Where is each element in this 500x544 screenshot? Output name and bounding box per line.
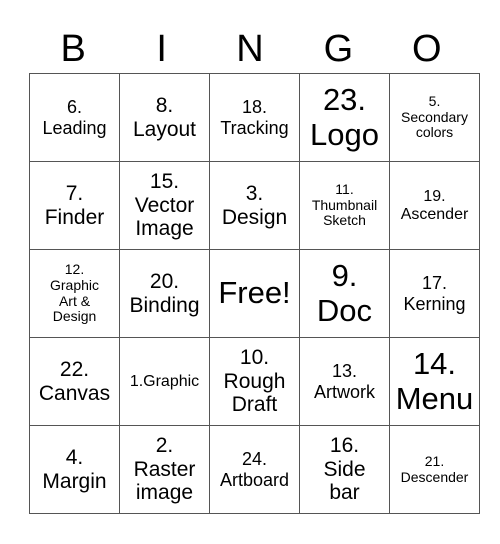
- cell-text-line: 12.: [64, 261, 85, 278]
- cell-text-line: Tracking: [220, 117, 289, 138]
- cell-text-line: Image: [135, 217, 194, 241]
- bingo-cell[interactable]: 14. Menu: [389, 337, 480, 426]
- bingo-cell[interactable]: 2. Raster image: [119, 425, 210, 514]
- cell-text-line: 7.: [65, 181, 84, 205]
- header-letter-i: I: [156, 28, 167, 70]
- cell-text-line: 16.: [329, 434, 360, 458]
- bingo-cell[interactable]: 21. Descender: [389, 425, 480, 514]
- cell-text-line: Draft: [231, 393, 278, 417]
- cell-text-line: 19.: [423, 187, 446, 205]
- card-row: 22. Canvas 1.Graphic 10. Rough Draft 13. Artwor…: [29, 337, 480, 426]
- cell-text-line: Design: [221, 205, 288, 229]
- cell-text-line: 13.: [331, 361, 358, 382]
- bingo-cell[interactable]: 19. Ascender: [389, 161, 480, 250]
- cell-text-line: 18.: [241, 97, 268, 118]
- bingo-cell[interactable]: 5. Secondary colors: [389, 73, 480, 162]
- cell-text-line: Artboard: [219, 469, 290, 490]
- cell-text-line: 24.: [241, 449, 268, 470]
- cell-text-line: 5.: [428, 92, 441, 109]
- cell-text-line: Ascender: [400, 205, 469, 223]
- bingo-cell[interactable]: 16. Side bar: [299, 425, 390, 514]
- bingo-cell[interactable]: 13. Artwork: [299, 337, 390, 426]
- bingo-cell[interactable]: 9. Doc: [299, 249, 390, 338]
- cell-text-line: Layout: [132, 117, 197, 141]
- bingo-cell[interactable]: 10. Rough Draft: [209, 337, 300, 426]
- bingo-cell[interactable]: 23. Logo: [299, 73, 390, 162]
- cell-text-line: Kerning: [403, 293, 466, 314]
- cell-text-line: Free!: [218, 275, 291, 311]
- cell-text-line: Design: [52, 308, 97, 325]
- cell-text-line: 15.: [149, 170, 180, 194]
- bingo-cell[interactable]: 22. Canvas: [29, 337, 120, 426]
- bingo-cell[interactable]: 7. Finder: [29, 161, 120, 250]
- card-row: 6. Leading 8. Layout 18. Tracking 23. Logo 5. Sec…: [29, 73, 480, 162]
- bingo-header: B I N G O: [29, 26, 471, 72]
- cell-text-line: 20.: [149, 269, 180, 293]
- bingo-cell[interactable]: 6. Leading: [29, 73, 120, 162]
- cell-text-line: Art &: [58, 292, 91, 309]
- header-letter-n: N: [236, 28, 264, 70]
- card-row: 4. Margin 2. Raster image 24. Artboard 16. Side b…: [29, 425, 480, 514]
- header-letter-o: O: [412, 28, 442, 70]
- cell-text-line: Side: [323, 457, 366, 481]
- cell-text-line: 8.: [155, 93, 174, 117]
- free-space-cell[interactable]: Free!: [209, 249, 300, 338]
- cell-text-line: Artwork: [313, 381, 375, 402]
- cell-text-line: 23.: [322, 81, 367, 117]
- cell-text-line: 14.: [412, 345, 457, 381]
- cell-text-line: Descender: [400, 468, 469, 485]
- bingo-cell[interactable]: 17. Kerning: [389, 249, 480, 338]
- bingo-cell[interactable]: 24. Artboard: [209, 425, 300, 514]
- cell-text-line: Margin: [42, 469, 107, 493]
- bingo-cell[interactable]: 15. Vector Image: [119, 161, 210, 250]
- header-letter-g: G: [323, 28, 354, 70]
- cell-text-line: Menu: [395, 380, 474, 416]
- cell-text-line: 1.Graphic: [129, 372, 200, 390]
- cell-text-line: Sketch: [323, 212, 366, 229]
- bingo-cell[interactable]: 12. Graphic Art & Design: [29, 249, 120, 338]
- cell-text-line: Logo: [310, 116, 379, 152]
- cell-text-line: Secondary: [401, 108, 468, 125]
- bingo-cell[interactable]: 8. Layout: [119, 73, 210, 162]
- cell-text-line: 10.: [239, 346, 270, 370]
- bingo-cell[interactable]: 4. Margin: [29, 425, 120, 514]
- cell-text-line: Raster: [133, 457, 196, 481]
- cell-text-line: 6.: [66, 97, 82, 118]
- cell-text-line: 4.: [65, 445, 84, 469]
- cell-text-line: Graphic: [49, 276, 100, 293]
- header-letter-b: B: [60, 28, 86, 70]
- cell-text-line: image: [135, 481, 194, 505]
- bingo-cell[interactable]: 18. Tracking: [209, 73, 300, 162]
- cell-text-line: Doc: [316, 292, 373, 328]
- cell-text-line: bar: [329, 481, 360, 505]
- cell-text-line: Canvas: [38, 381, 111, 405]
- cell-text-line: 21.: [424, 452, 445, 469]
- cell-text-line: 11.: [335, 180, 354, 197]
- cell-text-line: 3.: [245, 181, 264, 205]
- bingo-cell[interactable]: 3. Design: [209, 161, 300, 250]
- cell-text-line: colors: [415, 124, 454, 141]
- cell-text-line: Binding: [129, 293, 200, 317]
- bingo-cell[interactable]: 1.Graphic: [119, 337, 210, 426]
- cell-text-line: Vector: [134, 193, 195, 217]
- card-row: 12. Graphic Art & Design 20. Binding Free! 9. Do…: [29, 249, 480, 338]
- cell-text-line: Rough: [223, 369, 286, 393]
- cell-text-line: Finder: [44, 205, 105, 229]
- bingo-card: 6. Leading 8. Layout 18. Tracking 23. Logo 5. Sec…: [29, 73, 480, 514]
- bingo-cell[interactable]: 11. Thumbnail Sketch: [299, 161, 390, 250]
- cell-text-line: 17.: [421, 273, 448, 294]
- cell-text-line: 22.: [59, 357, 90, 381]
- cell-text-line: 9.: [331, 257, 358, 293]
- bingo-cell[interactable]: 20. Binding: [119, 249, 210, 338]
- cell-text-line: Thumbnail: [311, 196, 378, 213]
- cell-text-line: Leading: [42, 117, 107, 138]
- cell-text-line: 2.: [155, 434, 174, 458]
- card-row: 7. Finder 15. Vector Image 3. Design 11. Thumbna…: [29, 161, 480, 250]
